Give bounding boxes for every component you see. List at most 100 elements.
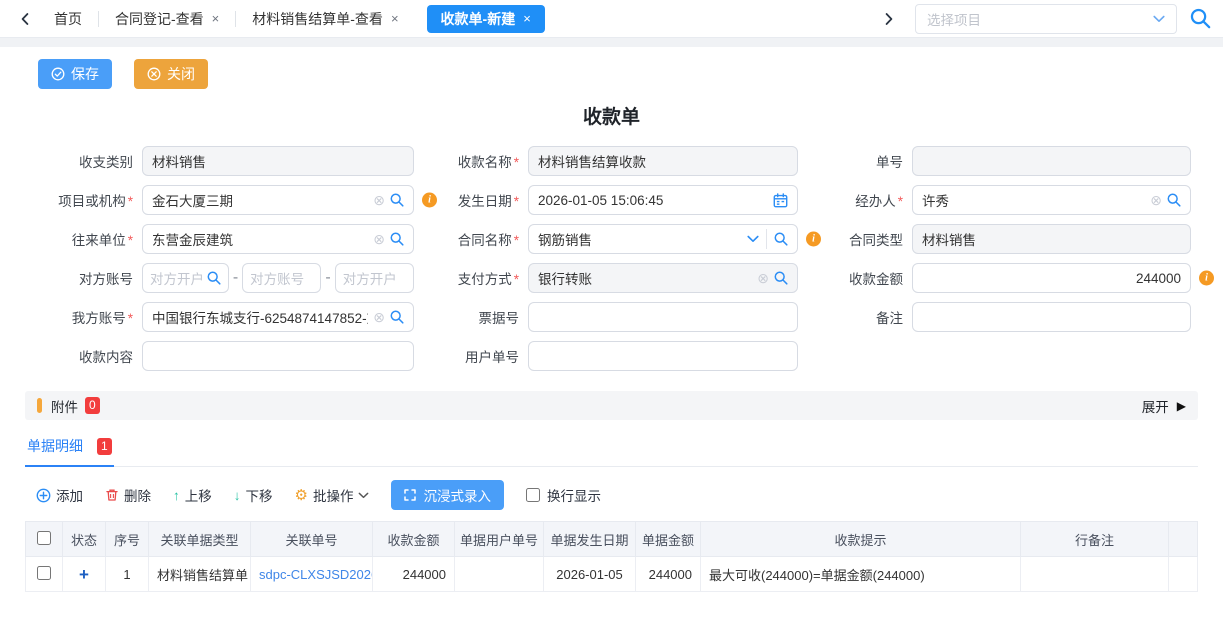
search-icon[interactable] <box>390 232 404 246</box>
search-icon[interactable] <box>774 271 788 285</box>
detail-tabs: 单据明细 1 <box>25 436 1198 467</box>
row-user-doc-no-cell <box>455 557 544 592</box>
clear-icon[interactable]: ⊗ <box>373 310 385 324</box>
field-label: 往来单位* <box>28 229 142 249</box>
search-icon[interactable] <box>1167 193 1181 207</box>
down-arrow-icon: ↓ <box>234 488 241 503</box>
search-icon[interactable] <box>390 193 404 207</box>
divider-strip <box>0 38 1223 47</box>
col-filler <box>1169 522 1198 557</box>
up-arrow-icon: ↑ <box>173 488 180 503</box>
calendar-icon[interactable] <box>773 193 788 208</box>
search-icon[interactable] <box>774 232 788 246</box>
search-icon[interactable] <box>390 310 404 324</box>
field-label: 合同名称* <box>414 229 528 249</box>
clear-icon[interactable]: ⊗ <box>757 271 769 285</box>
triangle-right-icon: ▶ <box>1177 400 1186 412</box>
col-seq: 序号 <box>106 522 149 557</box>
delete-row-button[interactable]: 删除 <box>105 485 151 505</box>
user-doc-no-input[interactable] <box>528 341 798 371</box>
close-button[interactable]: 关闭 <box>134 59 208 89</box>
col-doc-type: 关联单据类型 <box>149 522 251 557</box>
field-label: 收款金额 <box>798 268 912 288</box>
row-doc-type-cell: 材料销售结算单 <box>149 557 251 592</box>
info-icon[interactable]: i <box>422 193 437 208</box>
info-icon[interactable]: i <box>806 232 821 247</box>
move-down-button[interactable]: ↓ 下移 <box>234 485 273 505</box>
global-search-icon[interactable] <box>1190 8 1211 29</box>
corners-icon <box>404 489 416 501</box>
save-button[interactable]: 保存 <box>38 59 112 89</box>
circle-plus-icon <box>36 488 51 503</box>
other-holder-input[interactable]: 对方开户 <box>335 263 414 293</box>
field-other-account: 对方账号 对方开户行 - 对方账号 - 对方开户 <box>28 263 414 293</box>
field-label: 收支类别 <box>28 151 142 171</box>
chevron-down-icon[interactable] <box>747 235 759 243</box>
tab-close-icon[interactable]: × <box>523 12 531 25</box>
tab-label: 材料销售结算单-查看 <box>252 9 383 29</box>
bill-no-input[interactable] <box>528 302 798 332</box>
pay-method-input[interactable]: 银行转账 ⊗ <box>528 263 798 293</box>
clear-icon[interactable]: ⊗ <box>373 232 385 246</box>
immersive-entry-button[interactable]: 沉浸式录入 <box>391 480 504 510</box>
wrap-display-checkbox[interactable] <box>526 488 540 502</box>
tab-contract-register[interactable]: 合同登记-查看 × <box>99 0 235 38</box>
chevron-down-icon[interactable] <box>1153 15 1165 23</box>
table-header-row: 状态 序号 关联单据类型 关联单号 收款金额 单据用户单号 单据发生日期 单据金… <box>26 522 1198 557</box>
trash-icon <box>105 488 119 502</box>
batch-ops-dropdown[interactable]: ⚙ 批操作 <box>295 485 370 505</box>
tabs-scroll-right-icon[interactable] <box>876 13 902 25</box>
content-input[interactable] <box>142 341 414 371</box>
info-icon[interactable]: i <box>1199 271 1214 286</box>
tab-label: 收款单-新建 <box>441 9 516 29</box>
our-account-input[interactable]: 中国银行东城支行-6254874147852-刘 ⊗ <box>142 302 414 332</box>
dash-separator: - <box>233 269 238 287</box>
other-bank-input[interactable]: 对方开户行 <box>142 263 229 293</box>
tab-detail-list[interactable]: 单据明细 1 <box>25 436 114 467</box>
project-input[interactable]: 金石大厦三期 ⊗ <box>142 185 414 215</box>
attachment-count-badge: 0 <box>85 397 100 414</box>
project-select-placeholder: 选择项目 <box>927 9 981 29</box>
field-label: 用户单号 <box>414 346 528 366</box>
doc-no-link[interactable]: sdpc-CLXSJSD20260105 <box>259 567 373 582</box>
clear-icon[interactable]: ⊗ <box>1150 193 1162 207</box>
field-label: 经办人* <box>798 190 912 210</box>
col-hint: 收款提示 <box>701 522 1021 557</box>
col-doc-amount: 单据金额 <box>636 522 701 557</box>
col-amount: 收款金额 <box>373 522 455 557</box>
clear-icon[interactable]: ⊗ <box>373 193 385 207</box>
save-button-label: 保存 <box>71 64 99 84</box>
select-all-checkbox[interactable] <box>37 531 51 545</box>
attachment-label: 附件 <box>51 396 78 416</box>
tab-close-icon[interactable]: × <box>391 12 399 25</box>
search-icon[interactable] <box>207 271 221 285</box>
detail-count-badge: 1 <box>97 438 112 455</box>
contract-name-input[interactable]: 钢筋销售 <box>528 224 798 254</box>
occur-date-input[interactable]: 2026-01-05 15:06:45 <box>528 185 798 215</box>
field-occur-date: 发生日期* 2026-01-05 15:06:45 <box>414 185 798 215</box>
add-row-button[interactable]: 添加 <box>36 485 83 505</box>
expand-toggle[interactable]: 展开 ▶ <box>1142 396 1186 416</box>
plus-icon[interactable]: + <box>79 565 89 584</box>
remark-input[interactable] <box>912 302 1191 332</box>
other-account-input[interactable]: 对方账号 <box>242 263 321 293</box>
amount-input[interactable]: 244000 <box>912 263 1191 293</box>
tab-label: 合同登记-查看 <box>115 9 204 29</box>
counterparty-input[interactable]: 东营金辰建筑 ⊗ <box>142 224 414 254</box>
wrap-display-toggle[interactable]: 换行显示 <box>526 485 601 505</box>
row-checkbox[interactable] <box>37 566 51 580</box>
project-select[interactable]: 选择项目 <box>915 4 1177 34</box>
tab-close-icon[interactable]: × <box>212 12 220 25</box>
tab-material-settlement[interactable]: 材料销售结算单-查看 × <box>236 0 414 38</box>
handler-input[interactable]: 许秀 ⊗ <box>912 185 1191 215</box>
field-remark: 备注 <box>798 302 1191 332</box>
field-bill-no: 票据号 <box>414 302 798 332</box>
dash-separator: - <box>325 269 330 287</box>
tab-home[interactable]: 首页 <box>38 0 98 38</box>
tabs-scroll-left-icon[interactable] <box>12 13 38 25</box>
detail-table: 状态 序号 关联单据类型 关联单号 收款金额 单据用户单号 单据发生日期 单据金… <box>25 521 1198 592</box>
move-up-button[interactable]: ↑ 上移 <box>173 485 212 505</box>
row-hint-cell: 最大可收(244000)=单据金额(244000) <box>701 557 1021 592</box>
row-amount-cell[interactable]: 244000 <box>373 557 455 592</box>
tab-receipt-new[interactable]: 收款单-新建 × <box>427 5 545 33</box>
